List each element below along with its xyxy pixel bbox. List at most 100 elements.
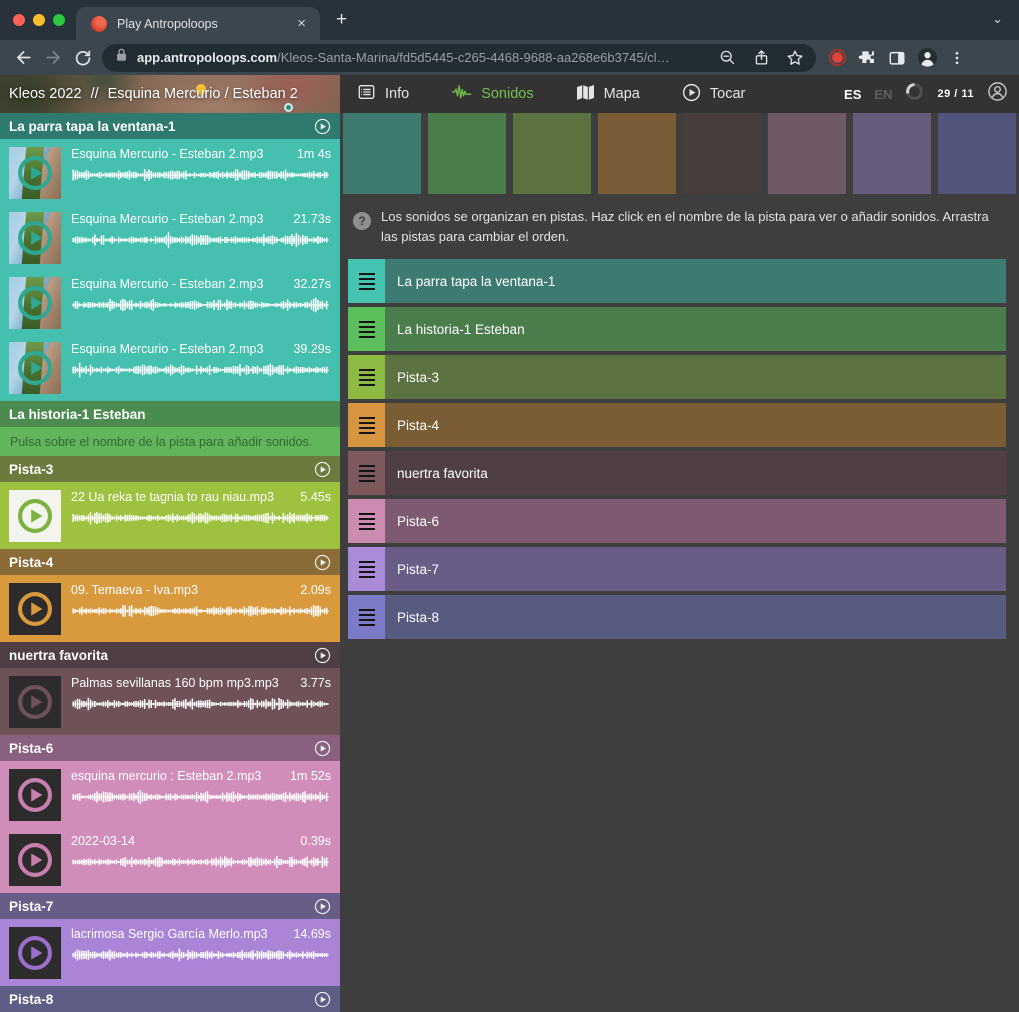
drag-handle[interactable] (348, 307, 385, 351)
track-row[interactable]: La historia-1 Esteban (348, 307, 1006, 351)
breadcrumb-separator: // (91, 86, 99, 102)
track-name: nuertra favorita (9, 648, 108, 663)
track-row-bar[interactable]: Pista-7 (385, 547, 1006, 591)
clip-row[interactable]: Esquina Mercurio - Esteban 2.mp321.73s (0, 206, 340, 271)
track-row-bar[interactable]: Pista-6 (385, 499, 1006, 543)
window-close-button[interactable] (13, 14, 25, 26)
track-header[interactable]: Pista-4 (0, 549, 340, 575)
clip-play-button[interactable] (17, 350, 53, 386)
track-play-button[interactable] (314, 118, 331, 135)
track-row-bar[interactable]: Pista-8 (385, 595, 1006, 639)
clip-row[interactable]: lacrimosa Sergio García Merlo.mp314.69s (0, 921, 340, 986)
track-row-bar[interactable]: Pista-3 (385, 355, 1006, 399)
window-zoom-button[interactable] (53, 14, 65, 26)
share-icon[interactable] (746, 44, 776, 72)
reload-button[interactable] (68, 44, 98, 72)
clip-play-button[interactable] (17, 155, 53, 191)
track-header[interactable]: Pista-8 (0, 986, 340, 1012)
track-color-swatch-7[interactable] (853, 113, 931, 194)
track-play-button[interactable] (314, 554, 331, 571)
clip-row[interactable]: 22 Ua reka te tagnia to rau niau.mp35.45… (0, 484, 340, 549)
breadcrumb-project[interactable]: Kleos 2022 (9, 86, 82, 102)
track-play-button[interactable] (314, 991, 331, 1008)
bookmark-star-icon[interactable] (780, 44, 810, 72)
track-row[interactable]: Pista-7 (348, 547, 1006, 591)
nav-item-info[interactable]: Info (357, 83, 409, 105)
track-color-swatch-3[interactable] (513, 113, 591, 194)
track-color-swatch-1[interactable] (343, 113, 421, 194)
track-row[interactable]: nuertra favorita (348, 451, 1006, 495)
forward-button[interactable] (38, 44, 68, 72)
side-panel-icon[interactable] (882, 44, 912, 72)
drag-handle[interactable] (348, 499, 385, 543)
track-header[interactable]: La historia-1 Esteban (0, 401, 340, 427)
drag-handle[interactable] (348, 451, 385, 495)
track-color-swatch-6[interactable] (768, 113, 846, 194)
track-play-button[interactable] (314, 461, 331, 478)
track-header[interactable]: nuertra favorita (0, 642, 340, 668)
track-color-swatch-5[interactable] (683, 113, 761, 194)
clip-row[interactable]: Esquina Mercurio - Esteban 2.mp339.29s (0, 336, 340, 401)
clip-play-button[interactable] (17, 498, 53, 534)
back-button[interactable] (8, 44, 38, 72)
clip-play-button[interactable] (17, 777, 53, 813)
track-row[interactable]: Pista-8 (348, 595, 1006, 639)
track-row[interactable]: Pista-6 (348, 499, 1006, 543)
track-play-button[interactable] (314, 740, 331, 757)
track-header[interactable]: Pista-6 (0, 735, 340, 761)
clip-row[interactable]: Palmas sevillanas 160 bpm mp3.mp33.77s (0, 670, 340, 735)
drag-handle[interactable] (348, 547, 385, 591)
track-play-button[interactable] (314, 898, 331, 915)
breadcrumb-map-thumbnail[interactable]: Kleos 2022 // Esquina Mercurio / Esteban… (0, 75, 340, 113)
clip-row[interactable]: Esquina Mercurio - Esteban 2.mp332.27s (0, 271, 340, 336)
window-minimize-button[interactable] (33, 14, 45, 26)
clip-play-button[interactable] (17, 285, 53, 321)
clip-row[interactable]: 09. Temaeva - Iva.mp32.09s (0, 577, 340, 642)
tab-close-icon[interactable]: × (293, 14, 310, 33)
zoom-out-icon[interactable] (712, 44, 742, 72)
track-row-bar[interactable]: La historia-1 Esteban (385, 307, 1006, 351)
account-icon[interactable] (987, 81, 1008, 107)
track-row[interactable]: Pista-4 (348, 403, 1006, 447)
lock-icon[interactable] (115, 47, 128, 68)
clip-play-button[interactable] (17, 684, 53, 720)
track-color-swatch-8[interactable] (938, 113, 1016, 194)
clip-play-button[interactable] (17, 591, 53, 627)
nav-item-sonidos[interactable]: Sonidos (451, 84, 533, 104)
track-color-swatch-2[interactable] (428, 113, 506, 194)
track-row[interactable]: Pista-3 (348, 355, 1006, 399)
track-row-bar[interactable]: La parra tapa la ventana-1 (385, 259, 1006, 303)
track-header[interactable]: Pista-7 (0, 893, 340, 919)
track-play-button[interactable] (314, 647, 331, 664)
drag-handle[interactable] (348, 403, 385, 447)
tab-search-chevron-icon[interactable]: ⌄ (992, 11, 1003, 27)
clip-row[interactable]: 2022-03-140.39s (0, 828, 340, 893)
track-header[interactable]: Pista-3 (0, 456, 340, 482)
nav-item-mapa[interactable]: Mapa (576, 84, 640, 105)
clip-row[interactable]: esquina mercurio : Esteban 2.mp31m 52s (0, 763, 340, 828)
track-row[interactable]: La parra tapa la ventana-1 (348, 259, 1006, 303)
clip-thumbnail (9, 583, 61, 635)
address-bar[interactable]: app.antropoloops.com/Kleos-Santa-Marina/… (102, 44, 816, 72)
clip-body: lacrimosa Sergio García Merlo.mp314.69s (71, 927, 331, 986)
track-header[interactable]: La parra tapa la ventana-1 (0, 113, 340, 139)
nav-item-tocar[interactable]: Tocar (682, 83, 745, 106)
drag-handle[interactable] (348, 259, 385, 303)
recording-indicator-icon[interactable] (822, 44, 852, 72)
profile-avatar[interactable] (912, 44, 942, 72)
track-row-bar[interactable]: nuertra favorita (385, 451, 1006, 495)
drag-handle[interactable] (348, 355, 385, 399)
clip-play-button[interactable] (17, 935, 53, 971)
drag-handle[interactable] (348, 595, 385, 639)
track-color-swatch-4[interactable] (598, 113, 676, 194)
clip-play-button[interactable] (17, 220, 53, 256)
new-tab-button[interactable]: + (336, 9, 347, 31)
lang-en-button[interactable]: EN (874, 87, 892, 102)
clip-row[interactable]: Esquina Mercurio - Esteban 2.mp31m 4s (0, 141, 340, 206)
lang-es-button[interactable]: ES (844, 87, 861, 102)
track-row-bar[interactable]: Pista-4 (385, 403, 1006, 447)
clip-play-button[interactable] (17, 842, 53, 878)
browser-tab[interactable]: Play Antropoloops × (76, 7, 320, 40)
browser-menu-kebab-icon[interactable] (942, 44, 972, 72)
extensions-puzzle-icon[interactable] (852, 44, 882, 72)
